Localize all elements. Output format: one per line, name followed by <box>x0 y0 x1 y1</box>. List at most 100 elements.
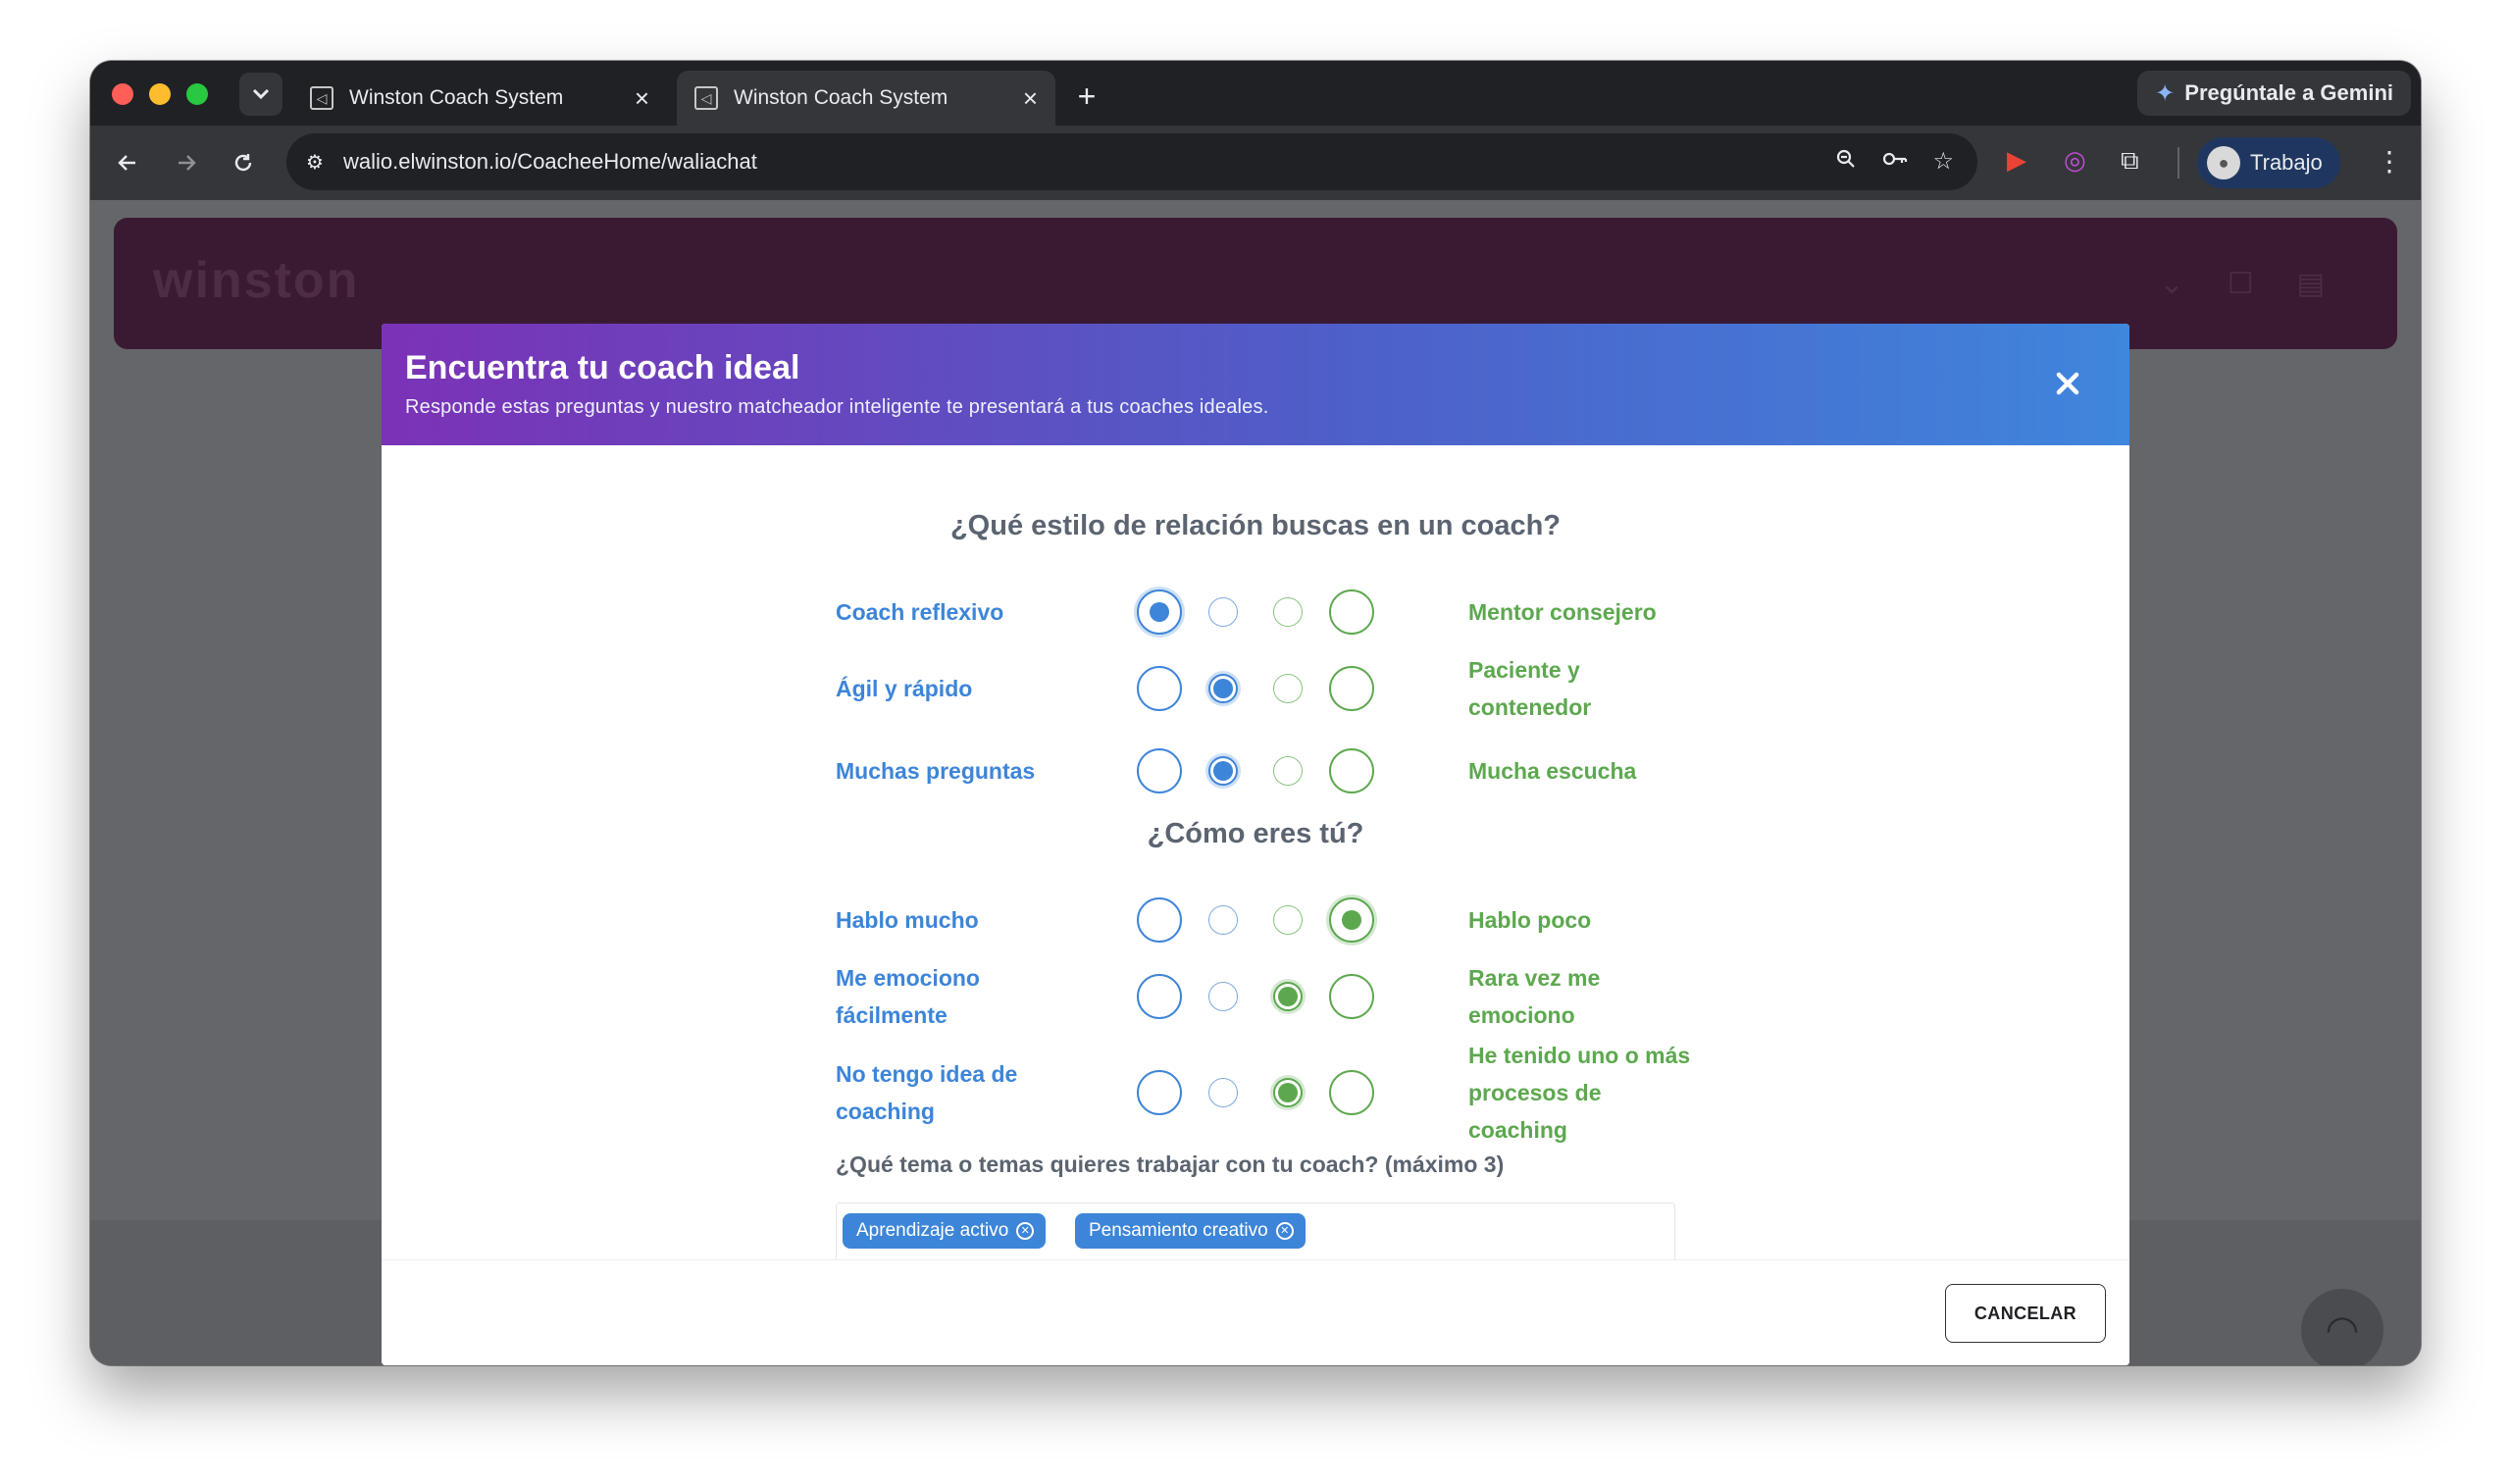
remove-chip-icon[interactable]: ✕ <box>1275 1222 1294 1240</box>
scale-radio-4[interactable] <box>1329 1070 1374 1115</box>
topic-chip[interactable]: Aprendizaje activo ✕ <box>843 1213 1047 1249</box>
new-tab-button[interactable]: + <box>1067 77 1106 116</box>
cancel-button[interactable]: CANCELAR <box>1945 1284 2106 1343</box>
omnibox-actions: ☆ <box>1834 147 1977 178</box>
scale-radio-4[interactable] <box>1329 897 1374 943</box>
section-title-about-you: ¿Cómo eres tú? <box>1147 818 1364 849</box>
page-viewport: winston ⌄☐▤ ◠ Encuentra tu coach ideal R… <box>90 200 2421 1365</box>
question-row: Me emociono fácilmente Rara vez me emoci… <box>836 957 1718 1036</box>
toolbar-divider <box>2178 147 2179 179</box>
gemini-sparkle-icon: ✦ <box>2155 79 2176 107</box>
modal-body: ¿Qué estilo de relación buscas en un coa… <box>382 445 2129 1259</box>
right-option-label: Paciente y contenedor <box>1468 657 1592 720</box>
avatar: ● <box>2207 146 2240 179</box>
gemini-button[interactable]: ✦ Pregúntale a Gemini <box>2137 71 2411 116</box>
scale-radio-2[interactable] <box>1208 982 1238 1011</box>
scale-radio-1[interactable] <box>1137 974 1182 1019</box>
more-menu-icon[interactable]: ⋮ <box>2376 145 2403 178</box>
scale-radio-2[interactable] <box>1208 597 1238 627</box>
tab-winston-1[interactable]: ◁ Winston Coach System × <box>292 71 667 126</box>
selected-dot <box>1278 1083 1298 1102</box>
arrow-left-icon <box>118 155 135 171</box>
topic-chip[interactable]: Pensamiento creativo ✕ <box>1075 1213 1306 1249</box>
scale-radio-2[interactable] <box>1208 674 1238 703</box>
selected-dot <box>1342 910 1361 930</box>
question-row: No tengo idea de coaching He tenido uno … <box>836 1034 1718 1151</box>
arrow-right-icon <box>179 155 196 171</box>
selected-dot <box>1213 761 1233 781</box>
topics-multiselect[interactable]: Aprendizaje activo ✕ Pensamiento creativ… <box>836 1203 1675 1259</box>
selected-dot <box>1213 679 1233 698</box>
scale-radio-3[interactable] <box>1273 905 1303 935</box>
gemini-label: Pregúntale a Gemini <box>2184 80 2393 105</box>
scale-radio-2[interactable] <box>1208 905 1238 935</box>
scale-radio-2[interactable] <box>1208 1078 1238 1107</box>
tab-winston-2-active[interactable]: ◁ Winston Coach System × <box>677 71 1055 126</box>
scale-radio-3[interactable] <box>1273 674 1303 703</box>
scale-radio-2[interactable] <box>1208 756 1238 786</box>
address-bar[interactable]: ⚙ walio.elwinston.io/CoacheeHome/waliach… <box>286 133 1977 190</box>
browser-toolbar: ⚙ walio.elwinston.io/CoacheeHome/waliach… <box>90 126 2421 200</box>
zoom-icon[interactable] <box>1834 147 1858 178</box>
close-tab-icon[interactable]: × <box>635 85 649 111</box>
password-key-icon[interactable] <box>1881 147 1909 178</box>
url-text[interactable]: walio.elwinston.io/CoacheeHome/waliachat <box>343 149 1834 175</box>
scale-radio-4[interactable] <box>1329 666 1374 711</box>
youtube-extension-icon[interactable]: ▶ <box>2007 145 2026 176</box>
remove-chip-icon[interactable]: ✕ <box>1016 1222 1035 1240</box>
question-row: Ágil y rápido Paciente y contenedor <box>836 649 1718 728</box>
browser-window: ◁ Winston Coach System × ◁ Winston Coach… <box>90 61 2421 1365</box>
scale-radio-4[interactable] <box>1329 748 1374 793</box>
maximize-window-button[interactable] <box>186 83 208 105</box>
background-chat-bubble-icon: ◠ <box>2301 1289 2383 1365</box>
profile-button[interactable]: ● Trabajo <box>2197 137 2340 188</box>
reload-icon <box>234 154 252 172</box>
right-option-label: Mucha escucha <box>1468 758 1637 784</box>
tab-title: Winston Coach System <box>734 86 948 109</box>
scale-radio-3[interactable] <box>1273 1078 1303 1107</box>
scale-radio-3[interactable] <box>1273 756 1303 786</box>
extensions-puzzle-icon[interactable]: ⧉ <box>2121 145 2139 177</box>
reload-button[interactable] <box>224 143 263 182</box>
right-option-label: Hablo poco <box>1468 907 1592 933</box>
right-option-label: He tenido uno o más procesos de coaching <box>1468 1043 1691 1143</box>
bookmark-star-icon[interactable]: ☆ <box>1932 147 1954 178</box>
scale-radio-1[interactable] <box>1137 589 1182 635</box>
scale-radio-1[interactable] <box>1137 897 1182 943</box>
favicon-icon: ◁ <box>310 86 333 110</box>
right-option-label: Rara vez me emociono <box>1468 965 1601 1028</box>
chevron-down-icon <box>252 88 270 100</box>
scale-radio-1[interactable] <box>1137 748 1182 793</box>
scale-radio-4[interactable] <box>1329 589 1374 635</box>
tab-search-button[interactable] <box>239 73 282 116</box>
minimize-window-button[interactable] <box>149 83 171 105</box>
favicon-icon: ◁ <box>694 86 718 110</box>
scale-radio-3[interactable] <box>1273 597 1303 627</box>
extension-swirl-icon[interactable]: ◎ <box>2064 145 2086 176</box>
scale-radio-1[interactable] <box>1137 666 1182 711</box>
selected-dot <box>1278 987 1298 1006</box>
close-icon[interactable] <box>2051 367 2084 400</box>
site-info-icon[interactable]: ⚙ <box>286 133 343 190</box>
topic-chip-label: Aprendizaje activo <box>856 1220 1009 1241</box>
close-tab-icon[interactable]: × <box>1023 85 1038 111</box>
topic-chip-label: Pensamiento creativo <box>1089 1220 1268 1241</box>
back-button[interactable] <box>108 143 147 182</box>
right-option-label: Mentor consejero <box>1468 599 1657 625</box>
question-row: Muchas preguntas Mucha escucha <box>836 732 1718 810</box>
profile-label: Trabajo <box>2250 150 2323 175</box>
topics-label: ¿Qué tema o temas quieres trabajar con t… <box>836 1151 1505 1177</box>
scale-radio-3[interactable] <box>1273 982 1303 1011</box>
question-row: Hablo mucho Hablo poco <box>836 881 1718 959</box>
tab-strip: ◁ Winston Coach System × ◁ Winston Coach… <box>90 61 2421 126</box>
selected-dot <box>1150 602 1169 622</box>
modal-header: Encuentra tu coach ideal Responde estas … <box>382 324 2129 445</box>
forward-button[interactable] <box>167 143 206 182</box>
close-window-button[interactable] <box>112 83 133 105</box>
modal-title: Encuentra tu coach ideal <box>405 349 800 386</box>
background-header-icons: ⌄☐▤ <box>2159 268 2368 300</box>
scale-radio-4[interactable] <box>1329 974 1374 1019</box>
modal-footer: CANCELAR <box>382 1259 2129 1365</box>
scale-radio-1[interactable] <box>1137 1070 1182 1115</box>
tab-title: Winston Coach System <box>349 86 564 109</box>
